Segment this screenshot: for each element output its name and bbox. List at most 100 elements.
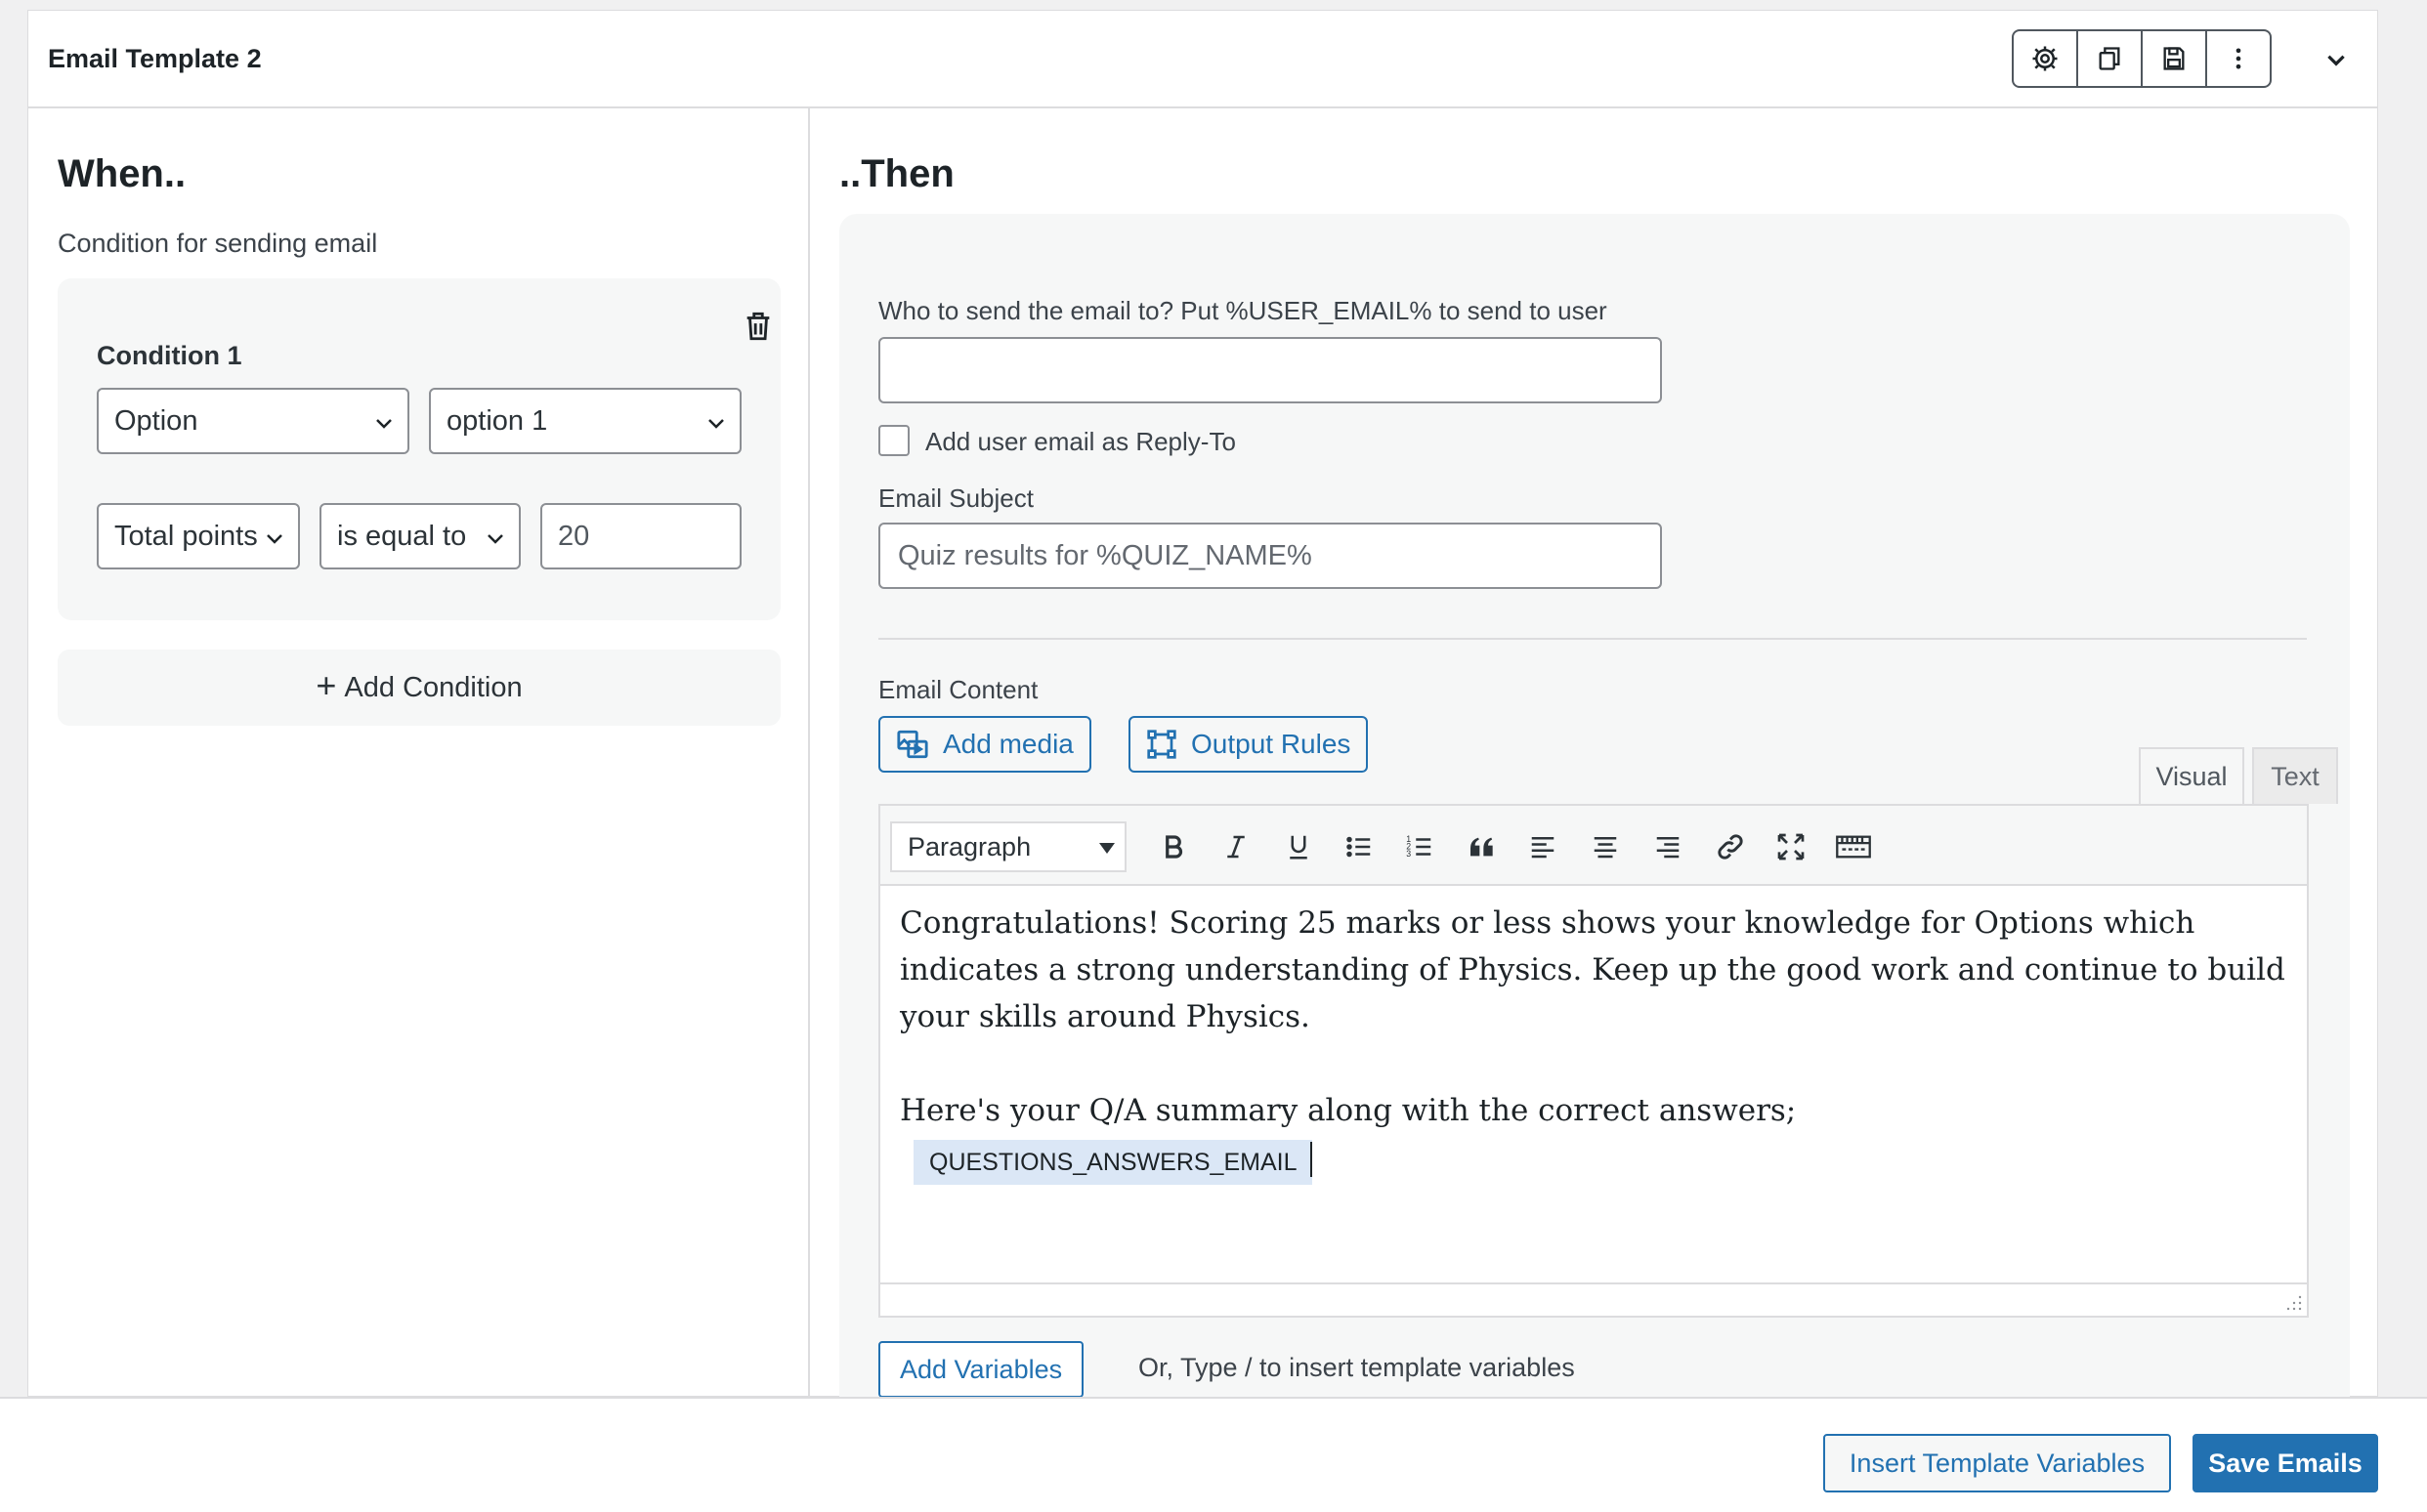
recipient-label: Who to send the email to? Put %USER_EMAI…	[878, 296, 1607, 325]
output-rules-label: Output Rules	[1191, 729, 1351, 759]
editor-status-bar	[880, 1282, 2307, 1316]
format-value: Paragraph	[908, 831, 1032, 861]
then-heading: ..Then	[839, 152, 955, 195]
editor-blank-line	[900, 1040, 2287, 1087]
more-options-button[interactable]	[2207, 31, 2270, 86]
align-left-button[interactable]	[1521, 825, 1564, 868]
condition-value-select[interactable]: option 1	[429, 388, 742, 454]
align-right-button[interactable]	[1646, 825, 1689, 868]
editor-content[interactable]: Congratulations! Scoring 25 marks or les…	[900, 900, 2287, 1134]
editor-toolbar: Paragraph 123	[880, 806, 2307, 886]
svg-text:3: 3	[1406, 849, 1411, 859]
template-title: Email Template 2	[48, 44, 262, 73]
save-emails-button[interactable]: Save Emails	[2193, 1434, 2378, 1492]
when-subtitle: Condition for sending email	[58, 229, 378, 258]
delete-condition-button[interactable]	[742, 310, 775, 343]
copy-icon	[2099, 47, 2120, 70]
toolbar-toggle-button[interactable]	[1832, 825, 1875, 868]
add-media-button[interactable]: Add media	[878, 716, 1091, 773]
settings-button[interactable]	[2014, 31, 2078, 86]
template-actions	[2012, 29, 2272, 88]
output-rules-button[interactable]: Output Rules	[1128, 716, 1369, 773]
condition-type-select[interactable]: Option	[97, 388, 409, 454]
tab-visual[interactable]: Visual	[2139, 747, 2244, 804]
bullet-list-button[interactable]	[1338, 825, 1381, 868]
output-rules-icon	[1147, 730, 1176, 759]
underline-icon	[1290, 835, 1307, 860]
add-variables-button[interactable]: Add Variables	[878, 1341, 1085, 1398]
footer-bar: Insert Template Variables Save Emails	[0, 1397, 2427, 1512]
media-icon	[897, 730, 928, 759]
reply-to-checkbox[interactable]	[878, 425, 910, 456]
metric-value: Total points	[114, 520, 258, 552]
email-template-card: Email Template 2 When.. Condition for se…	[27, 10, 2378, 1415]
bullet-list-icon	[1346, 836, 1371, 858]
condition-value-value: option 1	[447, 404, 548, 437]
fullscreen-button[interactable]	[1769, 825, 1812, 868]
variables-hint: Or, Type / to insert template variables	[1138, 1353, 1575, 1382]
condition-type-value: Option	[114, 404, 198, 437]
italic-icon	[1227, 835, 1245, 859]
recipient-input[interactable]	[878, 337, 1662, 403]
insert-link-button[interactable]	[1709, 825, 1752, 868]
operator-value: is equal to	[337, 520, 467, 552]
content-label: Email Content	[878, 675, 1039, 704]
section-divider	[878, 638, 2307, 640]
trash-icon	[746, 312, 770, 341]
reply-to-label: Add user email as Reply-To	[925, 427, 1236, 456]
blockquote-button[interactable]	[1461, 825, 1504, 868]
add-media-label: Add media	[943, 729, 1074, 759]
insert-template-variables-button[interactable]: Insert Template Variables	[1823, 1434, 2171, 1492]
chevron-down-icon	[488, 534, 503, 544]
condition-card: Condition 1 Option option 1 Total points…	[58, 278, 781, 620]
duplicate-button[interactable]	[2078, 31, 2143, 86]
condition-title: Condition 1	[97, 341, 242, 370]
numbered-list-icon: 123	[1406, 834, 1431, 859]
subject-label: Email Subject	[878, 483, 1034, 513]
subject-placeholder: Quiz results for %QUIZ_NAME%	[898, 539, 1312, 571]
save-icon	[2163, 47, 2185, 70]
bold-icon	[1166, 835, 1183, 859]
align-center-icon	[1594, 837, 1617, 859]
save-template-button[interactable]	[2143, 31, 2207, 86]
bold-button[interactable]	[1152, 825, 1195, 868]
italic-button[interactable]	[1214, 825, 1257, 868]
add-condition-label: Add Condition	[344, 671, 523, 703]
chevron-down-icon	[708, 419, 724, 429]
chevron-down-icon	[2327, 55, 2345, 66]
chevron-down-icon	[267, 534, 282, 544]
collapse-button[interactable]	[2315, 38, 2358, 81]
condition-number-input[interactable]: 20	[540, 503, 742, 569]
column-divider	[808, 108, 810, 1398]
tab-text[interactable]: Text	[2252, 747, 2338, 804]
email-editor: Paragraph 123 Congratulations! Scoring 2…	[878, 804, 2309, 1318]
keyboard-icon	[1836, 835, 1871, 859]
text-cursor	[1310, 1142, 1312, 1177]
more-vertical-icon	[2235, 48, 2241, 69]
underline-button[interactable]	[1277, 825, 1320, 868]
caret-down-icon	[1099, 843, 1115, 854]
align-left-icon	[1531, 837, 1554, 859]
add-condition-button[interactable]: + Add Condition	[58, 650, 781, 726]
when-heading: When..	[58, 152, 187, 195]
condition-number-value: 20	[558, 520, 590, 552]
editor-paragraph: Congratulations! Scoring 25 marks or les…	[900, 905, 2285, 1034]
metric-select[interactable]: Total points	[97, 503, 300, 569]
link-icon	[1718, 834, 1743, 860]
plus-icon: +	[316, 665, 337, 705]
align-right-icon	[1656, 837, 1680, 859]
operator-select[interactable]: is equal to	[319, 503, 521, 569]
template-header: Email Template 2	[28, 11, 2377, 108]
subject-input[interactable]: Quiz results for %QUIZ_NAME%	[878, 523, 1662, 589]
template-variable-chip[interactable]: QUESTIONS_ANSWERS_EMAIL	[914, 1140, 1313, 1185]
format-select[interactable]: Paragraph	[890, 821, 1127, 872]
align-center-button[interactable]	[1584, 825, 1627, 868]
editor-paragraph: Here's your Q/A summary along with the c…	[900, 1093, 1797, 1128]
resize-handle-icon[interactable]	[2285, 1294, 2303, 1312]
fullscreen-icon	[1777, 833, 1805, 861]
quote-icon	[1470, 837, 1493, 857]
numbered-list-button[interactable]: 123	[1398, 825, 1441, 868]
gear-icon	[2032, 46, 2058, 71]
then-panel: Who to send the email to? Put %USER_EMAI…	[839, 214, 2350, 1415]
chevron-down-icon	[376, 419, 392, 429]
